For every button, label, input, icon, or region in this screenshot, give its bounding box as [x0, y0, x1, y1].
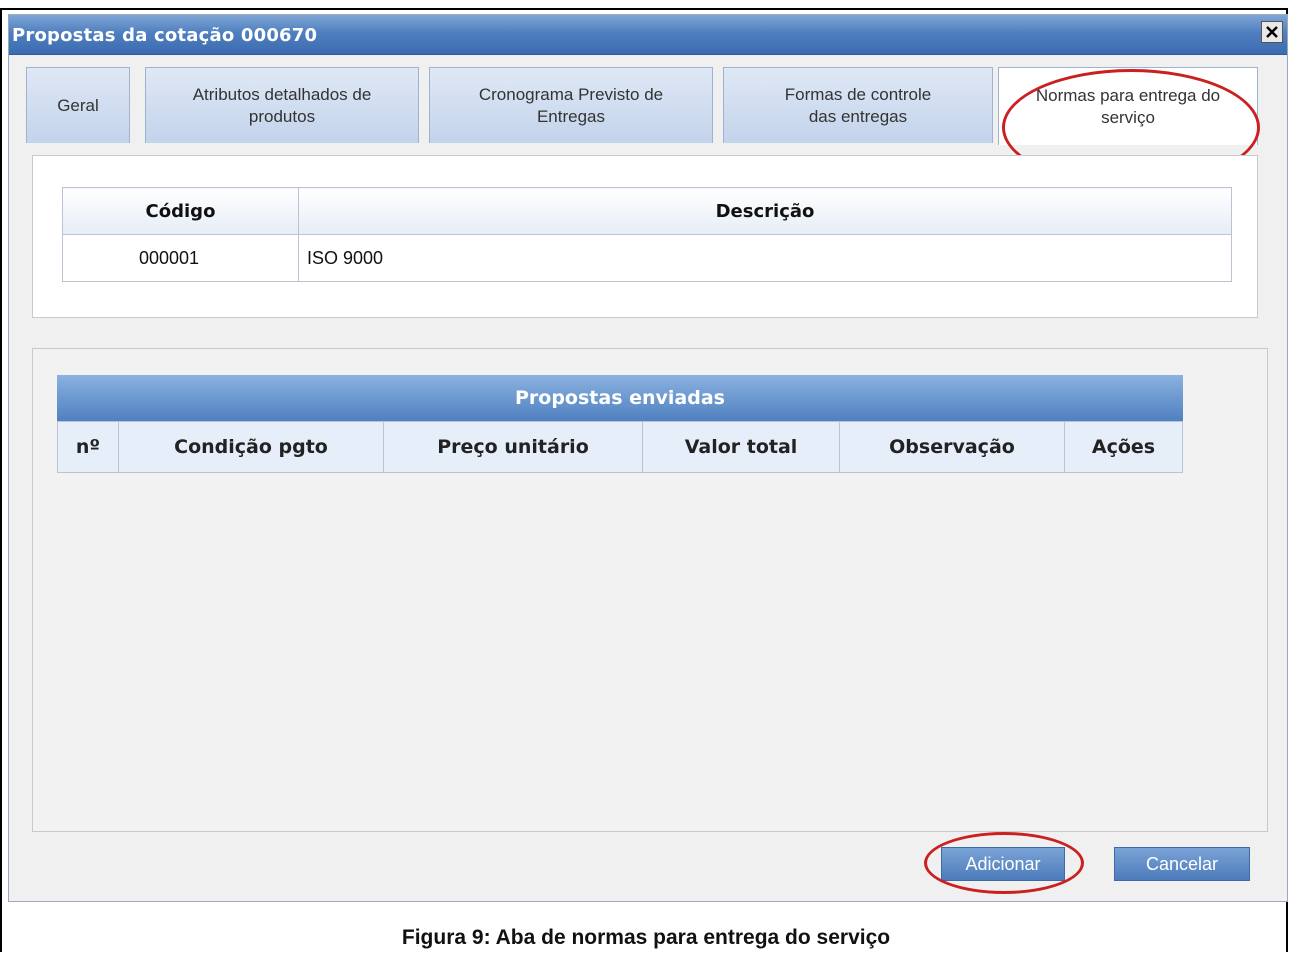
col-total-value: Valor total	[642, 421, 840, 473]
titlebar: Propostas da cotação 000670	[9, 15, 1287, 55]
tab-cronograma[interactable]: Cronograma Previsto de Entregas	[429, 67, 713, 143]
tab-normas[interactable]: Normas para entrega do serviço	[998, 67, 1258, 145]
col-observation: Observação	[839, 421, 1065, 473]
code-cell: 000001	[62, 234, 299, 282]
proposals-table: Propostas enviadas nº Condição pgto Preç…	[57, 375, 1183, 473]
add-button[interactable]: Adicionar	[941, 847, 1065, 881]
close-icon	[1266, 26, 1278, 38]
code-header: Código	[62, 187, 299, 235]
tab-formas-controle[interactable]: Formas de controle das entregas	[723, 67, 993, 143]
close-button[interactable]	[1261, 21, 1283, 43]
figure-caption: Figura 9: Aba de normas para entrega do …	[401, 926, 891, 949]
col-number: nº	[57, 421, 119, 473]
proposals-panel: Propostas enviadas nº Condição pgto Preç…	[32, 348, 1268, 832]
table-row[interactable]: 000001 ISO 9000	[62, 234, 1232, 282]
tab-geral[interactable]: Geral	[26, 67, 130, 143]
cancel-button[interactable]: Cancelar	[1114, 847, 1250, 881]
proposals-columns: nº Condição pgto Preço unitário Valor to…	[57, 421, 1183, 473]
col-actions: Ações	[1064, 421, 1183, 473]
tab-panel: Código Descrição 000001 ISO 9000	[32, 155, 1258, 318]
window-title: Propostas da cotação 000670	[12, 25, 318, 46]
proposals-title: Propostas enviadas	[57, 375, 1183, 421]
norms-table: Código Descrição 000001 ISO 9000	[62, 187, 1232, 282]
description-cell: ISO 9000	[298, 234, 1232, 282]
col-payment-condition: Condição pgto	[118, 421, 384, 473]
description-header: Descrição	[298, 187, 1232, 235]
tab-atributos[interactable]: Atributos detalhados de produtos	[145, 67, 419, 143]
col-unit-price: Preço unitário	[383, 421, 643, 473]
